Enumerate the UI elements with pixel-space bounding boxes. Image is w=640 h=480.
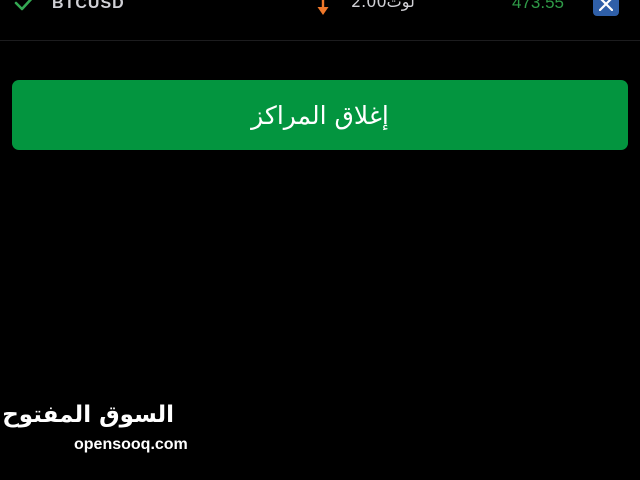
position-price: 473.55 <box>512 0 564 12</box>
lot-unit: لوت <box>386 0 415 11</box>
close-icon <box>599 0 613 11</box>
position-lot: لوت2.00 <box>345 0 415 12</box>
watermark-latin: opensooq.com <box>74 436 188 453</box>
opensooq-watermark: السوق المفتوح opensooq.com <box>2 398 188 462</box>
arrow-down-icon <box>316 0 330 16</box>
close-positions-button[interactable]: إغلاق المراكز <box>12 80 628 150</box>
watermark-arabic: السوق المفتوح <box>2 402 174 428</box>
close-position-button[interactable] <box>593 0 619 16</box>
lot-value: 2.00 <box>351 0 387 11</box>
check-icon <box>14 0 36 12</box>
position-symbol: BTCUSD <box>52 0 125 12</box>
position-row[interactable]: BTCUSD لوت2.00 473.55 <box>0 0 640 41</box>
